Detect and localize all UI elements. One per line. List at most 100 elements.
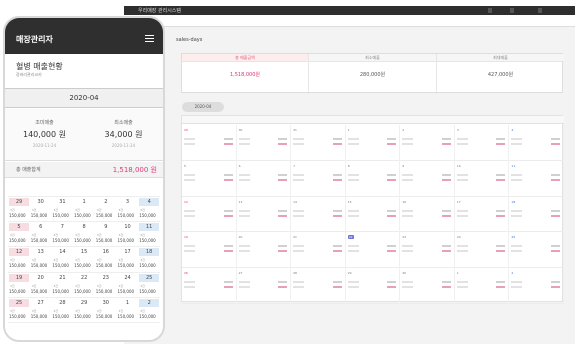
month-selector[interactable]: 2020-04 <box>182 102 224 112</box>
calendar-day-cell[interactable]: 11 <box>509 160 564 197</box>
mobile-day-cell[interactable]: 11 3건 150,000 <box>138 222 160 247</box>
mobile-day-count: 3건 <box>53 308 59 313</box>
sales-amount-placeholder <box>496 173 506 176</box>
mobile-day-count: 3건 <box>31 208 37 212</box>
sales-amount-placeholder <box>387 281 397 284</box>
mobile-day-cell[interactable]: 20 3건 150,000 <box>30 273 52 298</box>
mobile-day-cell[interactable]: 13 3건 150,000 <box>30 247 52 272</box>
calendar-day-cell[interactable]: 20 <box>237 232 292 269</box>
mobile-day-cell[interactable]: 8 3건 150,000 <box>73 222 95 247</box>
calendar-day-cell[interactable]: 28 <box>291 268 346 304</box>
mobile-day-cell[interactable]: 12 3건 150,000 <box>8 247 30 272</box>
calendar-day-cell[interactable]: 2 <box>400 125 455 161</box>
top-button-3[interactable] <box>538 8 542 13</box>
mobile-day-cell[interactable]: 23 3건 150,000 <box>95 273 117 298</box>
calendar-day-cell[interactable]: 3 <box>455 125 510 161</box>
mobile-day-cell[interactable]: 1 3건 150,000 <box>117 298 139 323</box>
mobile-day-cell[interactable]: 29 3건 150,000 <box>8 197 30 222</box>
calendar-day-cell[interactable]: 2 <box>509 268 564 304</box>
mobile-day-cell[interactable]: 4 3건 150,000 <box>138 197 160 222</box>
mobile-day-amount: 150,000 <box>95 288 113 294</box>
mobile-day-cell[interactable]: 16 3건 150,000 <box>95 247 117 272</box>
mobile-day-cell[interactable]: 15 3건 150,000 <box>73 247 95 272</box>
calendar-day-cell[interactable]: 27 <box>237 268 292 304</box>
mobile-day-cell[interactable]: 29 3건 150,000 <box>73 298 95 323</box>
calendar-day-cell[interactable]: 13 <box>237 196 292 233</box>
calendar-day-cell[interactable]: 5 <box>182 160 237 197</box>
day-number: 23 <box>402 235 407 240</box>
mobile-day-cell[interactable]: 2 3건 150,000 <box>95 197 117 222</box>
mobile-day-cell[interactable]: 3 3건 150,000 <box>117 197 139 222</box>
sales-placeholder <box>402 281 414 284</box>
sales-amount-placeholder <box>387 143 397 145</box>
mobile-day-cell[interactable]: 24 3건 150,000 <box>117 273 139 298</box>
calendar-day-cell[interactable]: 1 <box>455 268 510 304</box>
mobile-day-cell[interactable]: 28 3건 150,000 <box>51 298 73 323</box>
mobile-day-cell[interactable]: 18 3건 150,000 <box>138 247 160 272</box>
calendar-day-cell[interactable]: 24 <box>455 232 510 269</box>
calendar-day-cell[interactable]: 30 <box>237 125 292 161</box>
calendar-day-cell[interactable]: 1 <box>346 125 401 161</box>
calendar-day-cell[interactable]: 29 <box>346 268 401 304</box>
calendar-day-cell[interactable]: 30 <box>400 268 455 304</box>
calendar-day-cell[interactable]: 17 <box>455 196 510 233</box>
mobile-day-number: 6 <box>39 224 43 231</box>
mobile-day-cell[interactable]: 25 3건 150,000 <box>8 298 30 323</box>
mobile-day-cell[interactable]: 30 3건 150,000 <box>30 197 52 222</box>
calendar-day-cell[interactable]: 31 <box>291 125 346 161</box>
calendar-day-cell[interactable]: 22 <box>346 232 401 269</box>
calendar-day-cell[interactable]: 6 <box>237 160 292 197</box>
calendar-week: 12 13 14 15 16 17 18 <box>182 196 564 233</box>
calendar-day-cell[interactable]: 7 <box>291 160 346 197</box>
mobile-day-cell[interactable]: 22 3건 150,000 <box>73 273 95 298</box>
calendar-week: 26 27 28 29 30 1 2 <box>182 268 564 304</box>
sales-amount-placeholder <box>496 286 506 289</box>
mobile-day-cell[interactable]: 5 3건 150,000 <box>8 222 30 247</box>
mobile-day-cell[interactable]: 7 3건 150,000 <box>51 222 73 247</box>
mobile-day-cell[interactable]: 21 3건 150,000 <box>51 273 73 298</box>
page-title: sales-days <box>176 37 203 43</box>
sales-placeholder <box>347 209 359 212</box>
calendar-day-cell[interactable]: 10 <box>455 160 510 197</box>
sales-placeholder <box>456 138 468 140</box>
sales-amount-placeholder <box>332 209 342 212</box>
calendar-day-cell[interactable]: 15 <box>346 196 401 233</box>
calendar-day-cell[interactable]: 29 <box>182 125 237 161</box>
calendar-day-cell[interactable]: 26 <box>182 268 237 304</box>
calendar-day-cell[interactable]: 23 <box>400 232 455 269</box>
calendar-day-cell[interactable]: 18 <box>509 196 564 233</box>
mobile-day-cell[interactable]: 25 3건 150,000 <box>138 273 160 298</box>
calendar-day-cell[interactable]: 8 <box>346 160 401 197</box>
sales-placeholder <box>511 178 523 181</box>
calendar-day-cell[interactable]: 25 <box>509 232 564 269</box>
calendar-day-cell[interactable]: 12 <box>182 196 237 233</box>
mobile-day-number: 1 <box>125 299 130 306</box>
top-button-2[interactable] <box>510 8 514 13</box>
calendar-day-cell[interactable]: 21 <box>291 232 346 269</box>
mobile-day-cell[interactable]: 31 3건 150,000 <box>51 197 73 222</box>
sales-placeholder <box>511 209 523 212</box>
calendar-day-cell[interactable]: 9 <box>400 160 455 197</box>
mobile-day-cell[interactable]: 9 3건 150,000 <box>95 222 117 247</box>
mobile-day-cell[interactable]: 10 3건 150,000 <box>117 222 139 247</box>
sales-placeholder <box>511 173 523 176</box>
mobile-day-cell[interactable]: 14 3건 150,000 <box>51 247 73 272</box>
calendar-day-cell[interactable]: 16 <box>400 196 455 233</box>
mobile-day-cell[interactable]: 19 3건 150,000 <box>8 273 30 298</box>
mobile-day-cell[interactable]: 30 3건 150,000 <box>95 298 117 323</box>
mobile-month-bar[interactable]: 2020-04 <box>5 88 163 108</box>
sales-amount-placeholder <box>441 281 451 284</box>
sales-amount-placeholder <box>441 214 451 217</box>
mobile-day-cell[interactable]: 2 3건 150,000 <box>138 298 160 323</box>
calendar-day-cell[interactable]: 19 <box>182 232 237 269</box>
stat-high-label: 조미매출 <box>35 120 54 126</box>
calendar-day-cell[interactable]: 4 <box>509 125 564 161</box>
top-button-1[interactable] <box>488 8 492 13</box>
mobile-day-cell[interactable]: 27 3건 150,000 <box>30 298 52 323</box>
mobile-day-cell[interactable]: 17 3건 150,000 <box>117 247 139 272</box>
calendar-day-cell[interactable]: 14 <box>291 196 346 233</box>
mobile-day-cell[interactable]: 1 3건 150,000 <box>73 197 95 222</box>
hamburger-menu-icon[interactable] <box>145 35 154 42</box>
mobile-day-cell[interactable]: 6 3건 150,000 <box>30 222 52 247</box>
sales-amount-placeholder <box>278 250 288 253</box>
